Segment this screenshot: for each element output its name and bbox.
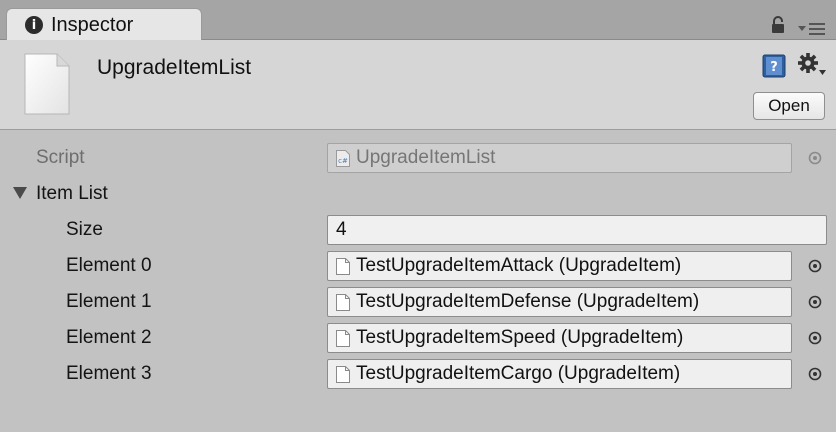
- inspector-header: UpgradeItemList ? Open: [0, 40, 836, 130]
- asset-file-icon: [336, 365, 350, 383]
- object-picker-icon[interactable]: [808, 259, 822, 273]
- size-label: Size: [66, 219, 103, 240]
- gear-icon[interactable]: [797, 52, 827, 78]
- svg-text:c#: c#: [338, 157, 348, 165]
- element-0-label: Element 0: [66, 255, 152, 276]
- element-2-label: Element 2: [66, 327, 152, 348]
- size-input[interactable]: 4: [327, 215, 827, 245]
- script-icon: c#: [336, 149, 350, 167]
- element-3-value: TestUpgradeItemCargo (UpgradeItem): [356, 363, 681, 384]
- object-picker-icon[interactable]: [808, 331, 822, 345]
- asset-name: UpgradeItemList: [97, 56, 252, 79]
- object-picker-icon: [808, 151, 822, 165]
- element-1-field[interactable]: TestUpgradeItemDefense (UpgradeItem): [327, 287, 792, 317]
- element-2-field[interactable]: TestUpgradeItemSpeed (UpgradeItem): [327, 323, 792, 353]
- help-book-icon[interactable]: ?: [762, 54, 786, 78]
- open-button[interactable]: Open: [753, 92, 825, 120]
- element-2-value: TestUpgradeItemSpeed (UpgradeItem): [356, 327, 684, 348]
- size-value: 4: [336, 219, 347, 240]
- panel-menu-icon[interactable]: [797, 20, 827, 36]
- element-1-label: Element 1: [66, 291, 152, 312]
- item-list-foldout[interactable]: Item List: [36, 182, 108, 206]
- scriptable-object-icon: [24, 53, 70, 115]
- asset-file-icon: [336, 329, 350, 347]
- tab-inspector-label: Inspector: [51, 13, 134, 36]
- svg-text:?: ?: [770, 60, 778, 75]
- script-field: c# UpgradeItemList: [327, 143, 792, 173]
- element-0-field[interactable]: TestUpgradeItemAttack (UpgradeItem): [327, 251, 792, 281]
- object-picker-icon[interactable]: [808, 367, 822, 381]
- foldout-arrow-icon[interactable]: [12, 186, 28, 200]
- info-icon: i: [25, 16, 43, 34]
- element-1-value: TestUpgradeItemDefense (UpgradeItem): [356, 291, 700, 312]
- script-value: UpgradeItemList: [356, 147, 496, 168]
- element-0-value: TestUpgradeItemAttack (UpgradeItem): [356, 255, 682, 276]
- tab-inspector[interactable]: i Inspector: [6, 8, 202, 41]
- asset-file-icon: [336, 293, 350, 311]
- element-3-label: Element 3: [66, 363, 152, 384]
- script-label: Script: [36, 147, 85, 168]
- element-3-field[interactable]: TestUpgradeItemCargo (UpgradeItem): [327, 359, 792, 389]
- inspector-tab-bar: i Inspector: [0, 0, 836, 41]
- asset-file-icon: [336, 257, 350, 275]
- object-picker-icon[interactable]: [808, 295, 822, 309]
- lock-icon[interactable]: [770, 16, 786, 34]
